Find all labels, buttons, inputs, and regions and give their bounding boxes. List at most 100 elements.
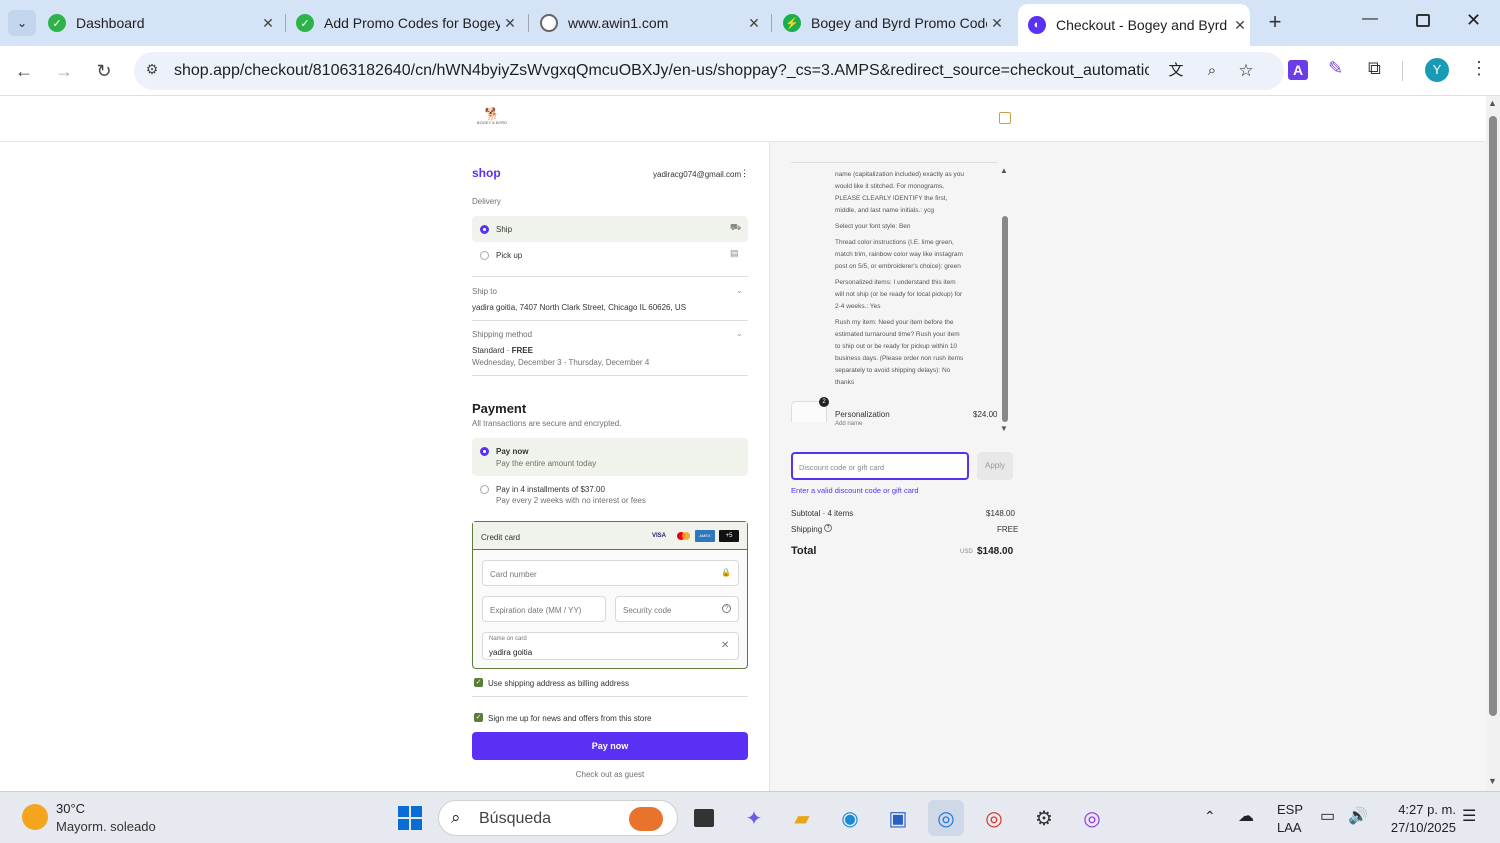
close-tab-icon[interactable]: ✕ (744, 15, 764, 32)
tab-awin[interactable]: www.awin1.com ✕ (540, 0, 764, 46)
zoom-icon[interactable]: ⌕ (1200, 59, 1224, 83)
tab-add-promo-codes[interactable]: ✓ Add Promo Codes for Bogey ✕ (296, 0, 520, 46)
clock-time[interactable]: 4:27 p. m. (1382, 802, 1456, 817)
close-tab-icon[interactable]: ✕ (500, 15, 520, 32)
profile-avatar[interactable]: Y (1425, 58, 1449, 82)
volume-icon[interactable]: 🔊 (1348, 806, 1368, 826)
minimize-icon[interactable]: — (1362, 10, 1378, 28)
tab-bogey-promo[interactable]: ⚡ Bogey and Byrd Promo Codes ✕ (783, 0, 1007, 46)
task-view-icon[interactable] (686, 800, 722, 836)
tab-search-chevron-icon[interactable]: ⌄ (8, 10, 36, 36)
discount-error: Enter a valid discount code or gift card (791, 486, 919, 495)
discount-code-input[interactable]: Discount code or gift card (791, 452, 969, 480)
ship-to-chevron-icon[interactable]: ⌄ (736, 286, 743, 295)
pay-now-radio[interactable] (480, 447, 489, 456)
close-tab-icon[interactable]: ✕ (258, 15, 278, 32)
shipping-value: FREE (997, 525, 1019, 534)
close-window-icon[interactable]: ✕ (1466, 10, 1481, 31)
ship-radio[interactable] (480, 225, 489, 234)
clock-date[interactable]: 27/10/2025 (1382, 820, 1456, 835)
cart-bag-icon[interactable] (999, 112, 1011, 124)
weather-sun-icon[interactable] (22, 804, 48, 830)
onedrive-icon[interactable]: ☁ (1238, 806, 1254, 826)
shipping-method-value[interactable]: Standard · FREE (472, 346, 533, 355)
windows-taskbar: 30°C Mayorm. soleado ⌕ Búsqueda ✦ ▰ ◉ ▣ … (0, 791, 1500, 843)
cart-scroll-area[interactable]: name (capitalization included) exactly a… (791, 162, 997, 422)
installments-option[interactable]: Pay in 4 installments of $37.00 Pay ever… (472, 478, 748, 512)
account-email: yadiracg074@gmail.com (653, 170, 742, 179)
apply-button[interactable]: Apply (977, 452, 1013, 480)
extensions-puzzle-icon[interactable]: ⧉ (1368, 58, 1381, 79)
checkout-page: 🐕 BOGEY & BYRD shop yadiracg074@gmail.co… (0, 96, 1486, 791)
shipping-method-label: Shipping method (472, 330, 533, 339)
subtotal-value: $148.00 (986, 509, 1015, 518)
taskbar-search[interactable]: ⌕ Búsqueda (438, 800, 678, 836)
ship-option[interactable]: Ship ⛟ (472, 216, 748, 242)
bookmark-star-icon[interactable]: ☆ (1234, 59, 1258, 83)
menu-kebab-icon[interactable]: ⋮ (1470, 58, 1488, 79)
store-icon[interactable]: ▣ (880, 800, 916, 836)
copilot-icon[interactable]: ✦ (736, 800, 772, 836)
new-tab-icon[interactable]: + (1262, 10, 1288, 36)
expiration-field[interactable]: Expiration date (MM / YY) (482, 596, 606, 622)
close-tab-icon[interactable]: ✕ (1230, 17, 1250, 34)
windows-start-icon[interactable] (392, 800, 428, 836)
extension-a-icon[interactable]: A (1288, 60, 1308, 80)
restore-icon[interactable] (1416, 14, 1430, 27)
billing-checkbox[interactable]: ✓ (474, 678, 483, 687)
close-tab-icon[interactable]: ✕ (987, 15, 1007, 32)
shipping-method-chevron-icon[interactable]: ⌄ (736, 329, 743, 338)
forward-icon[interactable]: → (50, 57, 78, 85)
pay-now-option[interactable]: Pay now Pay the entire amount today (472, 438, 748, 476)
tab-dashboard[interactable]: ✓ Dashboard ✕ (48, 0, 278, 46)
tray-chevron-icon[interactable]: ⌃ (1204, 808, 1216, 825)
chrome-profile-3-icon[interactable]: ◎ (1074, 800, 1110, 836)
network-icon[interactable]: ▭ (1320, 806, 1335, 826)
search-icon: ⌕ (451, 808, 461, 827)
chrome-profile-2-icon[interactable]: ◎ (976, 800, 1012, 836)
clear-icon[interactable]: ✕ (721, 640, 729, 651)
pickup-radio[interactable] (480, 251, 489, 260)
name-on-card-field[interactable]: Name on card yadira goitia ✕ (482, 632, 739, 660)
lang-layout[interactable]: LAA (1277, 820, 1302, 835)
credit-card-panel: Credit card VISA AMEX +5 Card number 🔒 E… (472, 521, 748, 669)
file-explorer-icon[interactable]: ▰ (784, 800, 820, 836)
extension-pen-icon[interactable]: ✎ (1328, 58, 1343, 79)
card-number-field[interactable]: Card number 🔒 (482, 560, 739, 586)
translate-icon[interactable]: 文 (1164, 59, 1188, 83)
url-text[interactable]: shop.app/checkout/81063182640/cn/hWN4byi… (174, 62, 1149, 80)
total-label: Total (791, 545, 817, 557)
chrome-icon[interactable]: ◎ (928, 800, 964, 836)
page-scrollbar[interactable]: ▲ ▼ (1486, 96, 1500, 791)
address-bar[interactable]: ⚙ shop.app/checkout/81063182640/cn/hWN4b… (134, 52, 1284, 90)
news-checkbox[interactable]: ✓ (474, 713, 483, 722)
lang-code[interactable]: ESP (1277, 802, 1303, 817)
weather-desc[interactable]: Mayorm. soleado (56, 819, 156, 834)
notifications-icon[interactable]: ☰ (1462, 806, 1476, 826)
store-logo[interactable]: 🐕 BOGEY & BYRD (474, 108, 510, 130)
billing-checkbox-label: Use shipping address as billing address (488, 679, 629, 688)
weather-temp[interactable]: 30°C (56, 801, 85, 816)
total-value: $148.00 (977, 546, 1014, 557)
edge-icon[interactable]: ◉ (832, 800, 868, 836)
shipping-help-icon[interactable]: ? (824, 524, 832, 532)
app-icon[interactable]: ⚙ (1026, 800, 1062, 836)
ship-to-value[interactable]: yadira goitia, 7407 North Clark Street, … (472, 303, 686, 312)
site-info-icon[interactable]: ⚙ (142, 61, 162, 81)
search-highlight-icon (629, 807, 663, 831)
pickup-option[interactable]: Pick up ▤ (472, 242, 748, 268)
security-code-field[interactable]: Security code ? (615, 596, 739, 622)
tab-checkout[interactable]: ◐ Checkout - Bogey and Byrd ✕ (1018, 4, 1250, 46)
back-icon[interactable]: ← (10, 57, 38, 85)
help-icon[interactable]: ? (722, 604, 731, 613)
guest-checkout-link[interactable]: Check out as guest (472, 770, 748, 779)
item-add-name: Add name (835, 421, 863, 427)
installments-radio[interactable] (480, 485, 489, 494)
item-price: $24.00 (973, 410, 997, 419)
account-menu-icon[interactable]: ⋮ (740, 168, 749, 179)
store-header: 🐕 BOGEY & BYRD (0, 96, 1486, 142)
pay-now-button[interactable]: Pay now (472, 732, 748, 760)
credit-card-label[interactable]: Credit card (481, 533, 520, 542)
cart-scrollbar[interactable]: ▲ ▼ (1000, 162, 1010, 434)
reload-icon[interactable]: ↻ (90, 57, 118, 85)
